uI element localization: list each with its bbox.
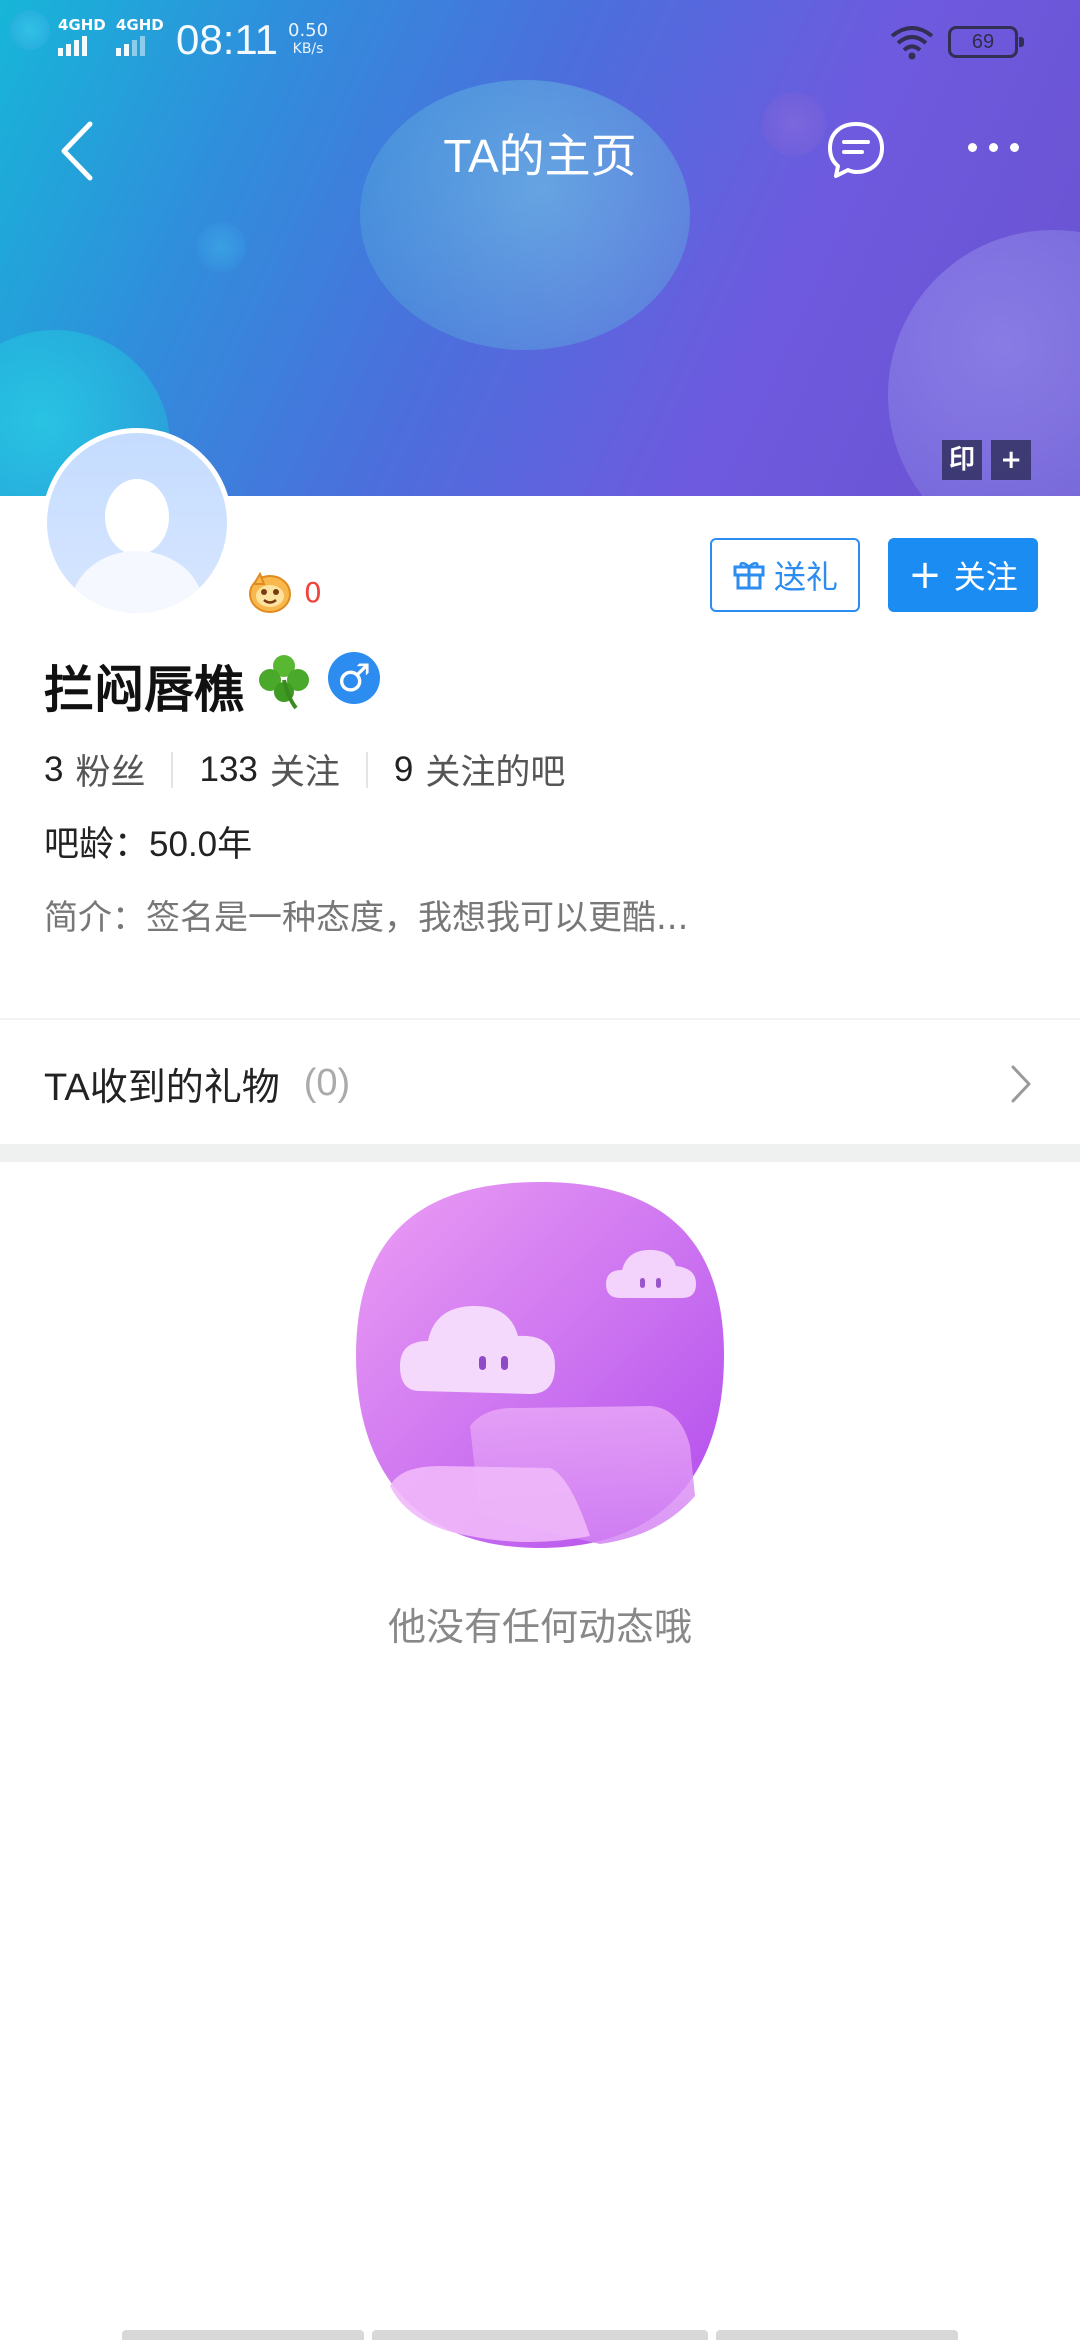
following-label: 关注 (269, 753, 340, 792)
dot-icon (989, 143, 998, 152)
received-gifts-title: TA收到的礼物 (44, 1066, 280, 1109)
following-stat[interactable]: 133 关注 (145, 744, 340, 795)
section-divider (0, 1144, 1080, 1162)
network-speed-value: 0.50 (288, 20, 329, 41)
profile-banner: 4GHD 4GHD 08:11 0.50 KB/s 69 TA的主页 印 + (0, 0, 1080, 496)
home-indicator (122, 2330, 364, 2340)
follow-label: 关注 (953, 558, 1018, 596)
dot-icon (968, 143, 977, 152)
status-bar: 4GHD 4GHD 08:11 0.50 KB/s 69 (0, 0, 1080, 80)
wifi-icon (890, 26, 934, 60)
followed-bars-label: 关注的吧 (425, 753, 566, 792)
followed-bars-count: 9 (393, 749, 414, 789)
bio: 简介：签名是一种态度，我想我可以更酷... (44, 890, 688, 939)
chevron-right-icon (1011, 1065, 1031, 1103)
decor-bubble (762, 92, 826, 156)
empty-state-text: 他没有任何动态哦 (387, 1605, 692, 1649)
network-type-label: 4GHD (116, 16, 164, 34)
decor-bubble (196, 222, 246, 272)
empty-state-illustration (356, 1182, 724, 1548)
send-gift-label: 送礼 (773, 558, 838, 596)
received-gifts-count: (0) (303, 1061, 351, 1104)
banner-actions: 印 + (942, 440, 1035, 484)
home-indicator (372, 2330, 708, 2340)
level-count: 0 (304, 576, 322, 609)
send-gift-button[interactable]: 送礼 (710, 538, 860, 612)
message-button[interactable] (824, 118, 888, 182)
more-options-button[interactable] (962, 130, 1032, 170)
back-button[interactable] (52, 116, 112, 186)
gender-male-icon: ♂ (328, 652, 380, 704)
stamp-button[interactable]: 印 (942, 440, 982, 480)
stat-divider (171, 751, 174, 788)
stat-divider (365, 751, 368, 788)
level-badge-icon[interactable] (246, 570, 294, 614)
signal-icon: 4GHD (116, 16, 164, 56)
dot-icon (1010, 143, 1019, 152)
avatar[interactable] (42, 428, 232, 618)
signal-icon: 4GHD (58, 16, 106, 56)
account-age-value: 50.0年 (149, 825, 253, 864)
following-count: 133 (199, 749, 258, 789)
follow-button[interactable]: + 关注 (888, 538, 1038, 612)
network-type-label: 4GHD (58, 16, 106, 34)
account-age-label: 吧龄： (44, 825, 150, 865)
status-time: 08:11 (176, 16, 278, 63)
account-age: 吧龄：50.0年 (44, 816, 252, 867)
followed-bars-stat[interactable]: 9 关注的吧 (340, 744, 565, 795)
add-stamp-button[interactable]: + (991, 440, 1032, 480)
received-gifts-row[interactable]: TA收到的礼物 (0) (0, 1020, 1080, 1146)
network-speed-unit: KB/s (292, 41, 324, 57)
network-speed: 0.50 KB/s (288, 22, 328, 58)
plus-icon: + (908, 552, 942, 598)
gift-icon (733, 562, 765, 590)
page-title: TA的主页 (443, 130, 637, 182)
fans-label: 粉丝 (75, 753, 146, 792)
home-indicator (716, 2330, 958, 2340)
profile-stats: 3 粉丝 133 关注 9 关注的吧 (44, 744, 565, 795)
fans-stat[interactable]: 3 粉丝 (44, 744, 145, 795)
clover-icon (259, 655, 309, 710)
fans-count: 3 (44, 749, 64, 789)
avatar-body-shape (71, 551, 203, 613)
battery-icon: 69 (948, 26, 1024, 58)
bio-text: 签名是一种态度，我想我可以更酷... (146, 898, 689, 938)
user-name: 拦闷唇樵 (44, 661, 244, 719)
avatar-head-shape (105, 479, 169, 555)
bio-label: 简介： (44, 898, 146, 938)
